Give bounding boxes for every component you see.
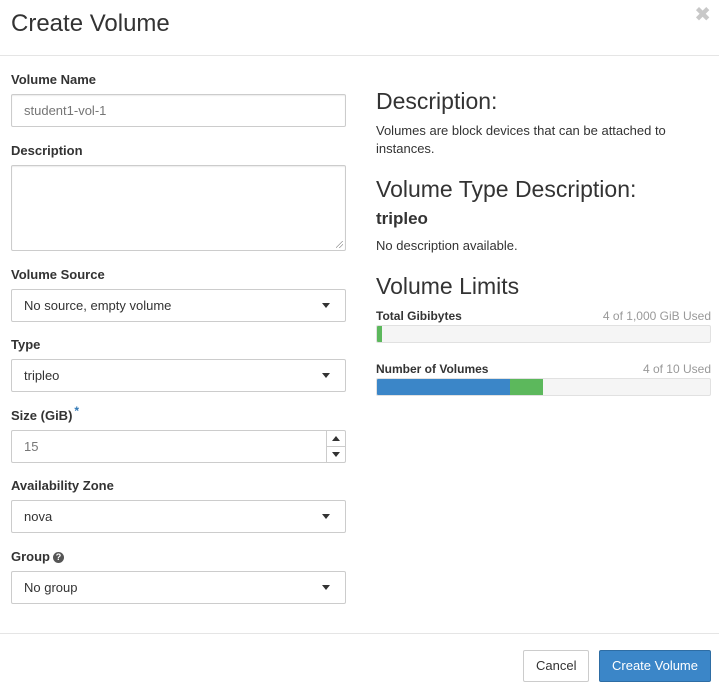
volume-source-label: Volume Source [11,267,105,282]
progress-segment [377,326,382,342]
resize-grip-icon[interactable] [336,241,343,248]
limit-used-text: 4 of 1,000 GiB Used [602,309,711,323]
type-label: Type [11,337,41,352]
volume-limits-heading: Volume Limits [376,273,520,299]
size-label: Size (GiB) * [11,404,79,424]
caret-down-icon [322,373,330,378]
limit-used-text: 4 of 10 Used [642,362,711,376]
cancel-button[interactable]: Cancel [523,650,589,682]
limit-label: Number of Volumes [376,362,489,376]
availability-zone-select[interactable]: nova [11,500,346,533]
description-heading: Description: [376,88,498,114]
size-label-text: Size (GiB) [11,408,73,423]
volume-name-input[interactable] [11,94,346,127]
size-spinner [326,431,345,462]
volume-source-value: No source, empty volume [24,298,172,313]
volume-type-name: tripleo [376,209,428,228]
availability-zone-label: Availability Zone [11,478,114,493]
volume-type-text: No description available. [376,238,518,253]
group-value: No group [24,580,78,595]
description-text: Volumes are block devices that can be at… [376,123,666,156]
description-label: Description [11,143,83,158]
modal-title: Create Volume [11,10,170,37]
volume-type-heading: Volume Type Description: [376,176,637,202]
progress-segment [510,379,543,395]
type-value: tripleo [24,368,60,383]
caret-down-icon [322,514,330,519]
limit-label: Total Gibibytes [376,309,462,323]
required-mark: * [74,404,80,418]
modal-footer: Cancel Create Volume [0,633,719,693]
size-value: 15 [24,439,39,454]
arrow-up-icon [332,436,340,441]
type-select[interactable]: tripleo [11,359,346,392]
availability-zone-value: nova [24,509,53,524]
description-textarea[interactable] [11,165,346,251]
progress-bar [376,378,711,396]
caret-down-icon [322,585,330,590]
size-input[interactable]: 15 [11,430,346,463]
group-label-text: Group [11,549,50,564]
group-select[interactable]: No group [11,571,346,604]
progress-segment [377,379,510,395]
modal-header: Create Volume ✖ [0,0,719,56]
decrement-button[interactable] [327,447,345,462]
caret-down-icon [322,303,330,308]
volume-name-label: Volume Name [11,72,97,87]
arrow-down-icon [332,452,340,457]
increment-button[interactable] [327,431,345,447]
create-volume-button[interactable]: Create Volume [599,650,711,682]
group-label: Group? [11,549,64,564]
help-icon[interactable]: ? [53,552,64,563]
volume-source-select[interactable]: No source, empty volume [11,289,346,322]
close-icon[interactable]: ✖ [694,4,711,26]
progress-bar [376,325,711,343]
